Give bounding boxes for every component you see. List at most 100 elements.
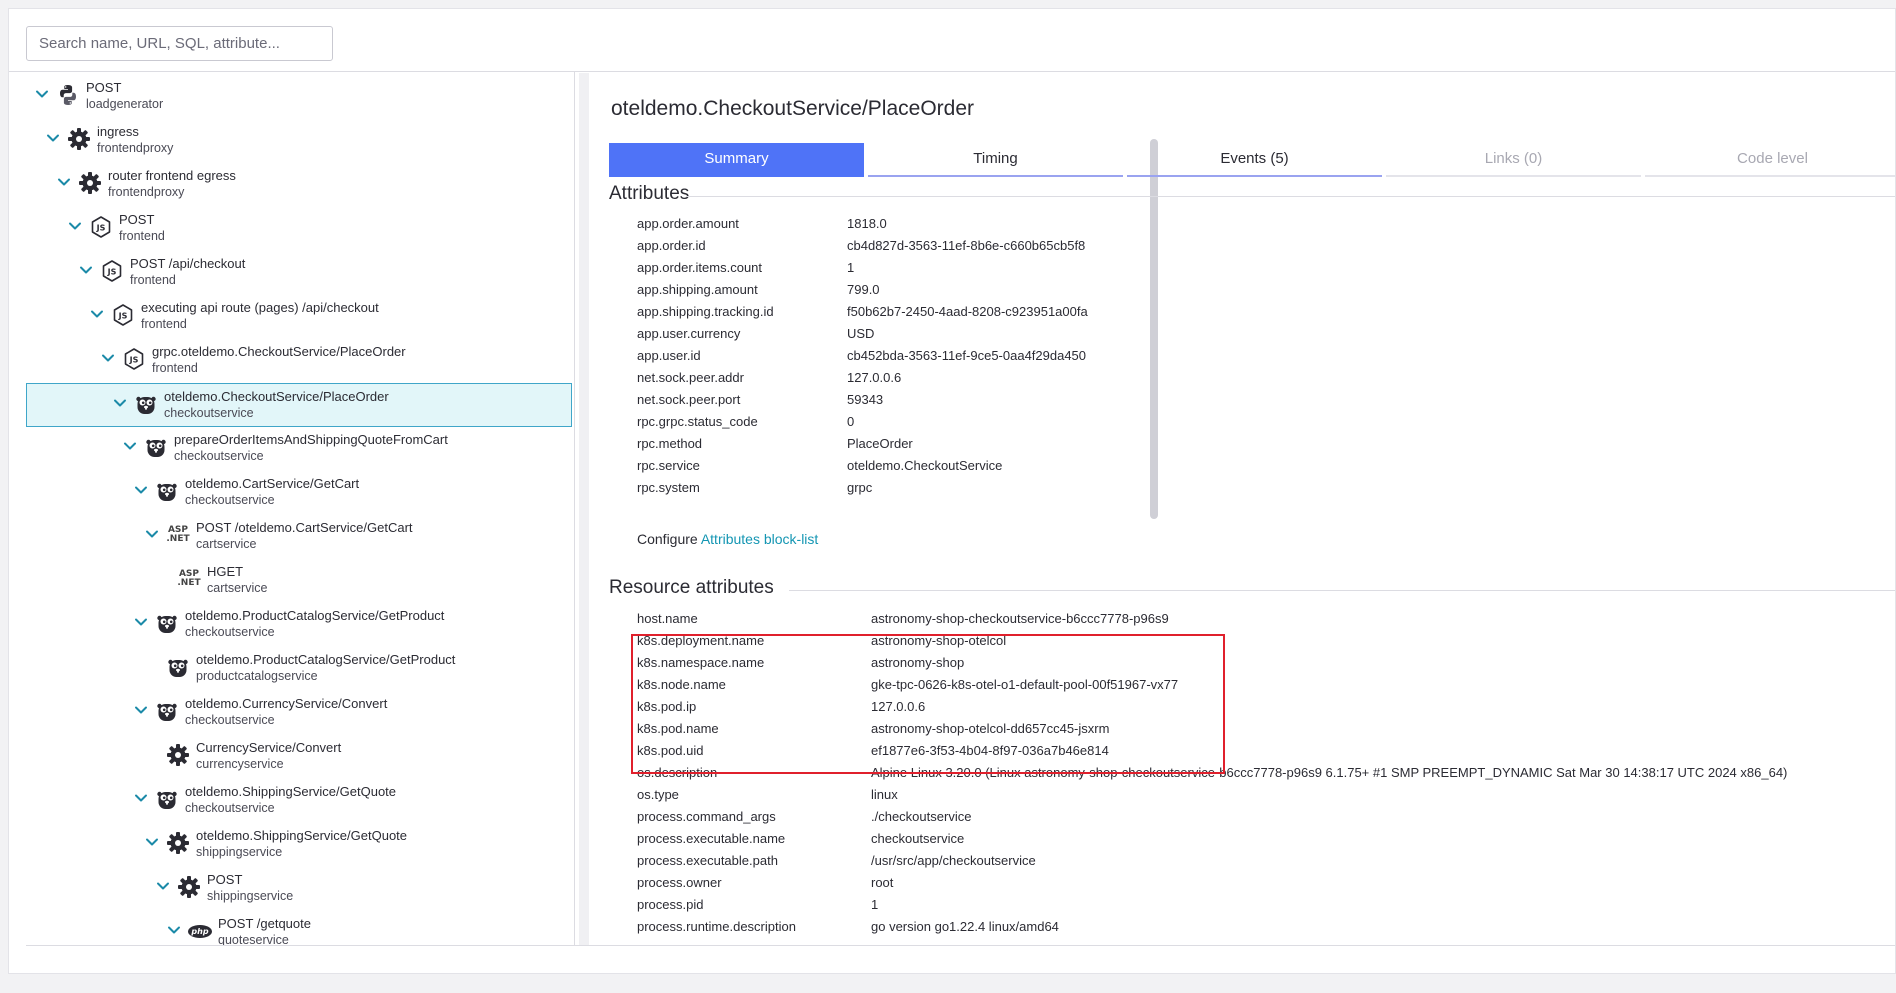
tree-node[interactable]: JS POST frontend: [26, 207, 572, 251]
svg-text:JS: JS: [129, 356, 139, 365]
search-input[interactable]: [26, 26, 333, 61]
attribute-key: k8s.deployment.name: [637, 633, 765, 648]
attribute-key: app.order.amount: [637, 216, 739, 231]
tree-node-service: checkoutservice: [185, 625, 275, 639]
tree-node-title: oteldemo.ProductCatalogService/GetProduc…: [185, 608, 445, 623]
tree-node[interactable]: ingress frontendproxy: [26, 119, 572, 163]
attribute-value: /usr/src/app/checkoutservice: [871, 853, 1036, 868]
tree-node-service: checkoutservice: [185, 493, 275, 507]
tab-links-0[interactable]: Links (0): [1386, 143, 1641, 177]
tree-node-service: checkoutservice: [174, 449, 264, 463]
tab-summary[interactable]: Summary: [609, 143, 864, 177]
tree-node-service: cartservice: [196, 537, 257, 551]
chevron-down-icon[interactable]: [134, 703, 148, 717]
chevron-down-icon[interactable]: [167, 923, 181, 937]
configure-label: Configure: [637, 531, 698, 547]
tree-node[interactable]: JS grpc.oteldemo.CheckoutService/PlaceOr…: [26, 339, 572, 383]
attribute-key: os.description: [637, 765, 718, 780]
attribute-value: PlaceOrder: [847, 436, 913, 451]
tree-node-service: checkoutservice: [185, 801, 275, 815]
chevron-down-icon[interactable]: [123, 439, 137, 453]
pane-divider[interactable]: [574, 72, 575, 946]
tree-node-title: oteldemo.CurrencyService/Convert: [185, 696, 388, 711]
attribute-key: net.sock.peer.addr: [637, 370, 744, 385]
tree-node[interactable]: php POST /getquote quoteservice: [26, 911, 572, 945]
attribute-key: process.executable.name: [637, 831, 786, 846]
attribute-key: process.executable.path: [637, 853, 778, 868]
tree-node[interactable]: oteldemo.CartService/GetCart checkoutser…: [26, 471, 572, 515]
attribute-value: 127.0.0.6: [871, 699, 926, 714]
attribute-key: k8s.pod.ip: [637, 699, 697, 714]
chevron-down-icon[interactable]: [134, 791, 148, 805]
tree-node-service: checkoutservice: [164, 406, 254, 420]
attribute-value: gke-tpc-0626-k8s-otel-o1-default-pool-00…: [871, 677, 1179, 692]
tree-scrollbar[interactable]: [579, 73, 1158, 945]
chevron-down-icon[interactable]: [145, 527, 159, 541]
resource-attributes-heading: Resource attributes: [609, 577, 774, 598]
chevron-down-icon[interactable]: [46, 131, 60, 145]
chevron-down-icon[interactable]: [79, 263, 93, 277]
gear-icon: [67, 127, 91, 151]
chevron-down-icon[interactable]: [90, 307, 104, 321]
gear-icon: [78, 171, 102, 195]
attribute-key: rpc.service: [637, 458, 700, 473]
tree-node-service: checkoutservice: [185, 713, 275, 727]
resource-attributes-rule: [789, 590, 1895, 591]
chevron-down-icon[interactable]: [113, 396, 127, 410]
go-gopher-icon: [155, 611, 179, 635]
attribute-key: os.type: [637, 787, 679, 802]
tab-timing[interactable]: Timing: [868, 143, 1123, 177]
tree-node[interactable]: oteldemo.ShippingService/GetQuote shippi…: [26, 823, 572, 867]
tree-node-service: frontendproxy: [108, 185, 185, 199]
tree-node[interactable]: JS POST /api/checkout frontend: [26, 251, 572, 295]
chevron-down-icon[interactable]: [145, 835, 159, 849]
chevron-down-icon[interactable]: [57, 175, 71, 189]
gear-icon: [177, 875, 201, 899]
tab-events-5[interactable]: Events (5): [1127, 143, 1382, 177]
tree-node-title: POST: [119, 212, 155, 227]
attributes-block-list-link[interactable]: Attributes block-list: [701, 531, 818, 547]
attributes-rule: [687, 196, 1895, 197]
tree-node[interactable]: ASP .NET POST /oteldemo.CartService/GetCa…: [26, 515, 572, 559]
nodejs-icon: JS: [89, 215, 113, 239]
attribute-key: process.owner: [637, 875, 722, 890]
tree-node[interactable]: oteldemo.CurrencyService/Convert checkou…: [26, 691, 572, 735]
aspnet-icon: ASP .NET: [166, 525, 190, 544]
tree-node[interactable]: ASP .NET HGET cartservice: [26, 559, 572, 603]
configure-line: Configure Attributes block-list: [637, 531, 818, 547]
tree-node[interactable]: POST loadgenerator: [26, 75, 572, 119]
chevron-down-icon[interactable]: [101, 351, 115, 365]
attributes-heading: Attributes: [609, 183, 690, 204]
tree-node-title: oteldemo.ShippingService/GetQuote: [185, 784, 397, 799]
chevron-down-icon[interactable]: [35, 87, 49, 101]
attribute-value: ef1877e6-3f53-4b04-8f97-036a7b46e814: [871, 743, 1109, 758]
tab-code-level[interactable]: Code level: [1645, 143, 1895, 177]
tree-node-service: shippingservice: [207, 889, 294, 903]
tree-node[interactable]: router frontend egress frontendproxy: [26, 163, 572, 207]
tree-node[interactable]: oteldemo.ProductCatalogService/GetProduc…: [26, 647, 572, 691]
span-title: oteldemo.CheckoutService/PlaceOrder: [611, 97, 975, 120]
tree-node[interactable]: oteldemo.ProductCatalogService/GetProduc…: [26, 603, 572, 647]
tree-node[interactable]: oteldemo.CheckoutService/PlaceOrder chec…: [26, 383, 572, 427]
chevron-down-icon[interactable]: [68, 219, 82, 233]
attribute-key: rpc.system: [637, 480, 700, 495]
attribute-value: astronomy-shop: [871, 655, 965, 670]
tree-node-title: executing api route (pages) /api/checkou…: [141, 300, 379, 315]
tree-node-title: grpc.oteldemo.CheckoutService/PlaceOrder: [152, 344, 406, 359]
tree-node[interactable]: POST shippingservice: [26, 867, 572, 911]
tree-node-service: frontend: [119, 229, 165, 243]
chevron-down-icon[interactable]: [134, 483, 148, 497]
tree-node-service: cartservice: [207, 581, 268, 595]
chevron-down-icon[interactable]: [134, 615, 148, 629]
attribute-value: 1: [847, 260, 855, 275]
attribute-value: linux: [871, 787, 898, 802]
nodejs-icon: JS: [111, 303, 135, 327]
tree-node-service: frontend: [130, 273, 176, 287]
tree-node[interactable]: oteldemo.ShippingService/GetQuote checko…: [26, 779, 572, 823]
tree-node[interactable]: CurrencyService/Convert currencyservice: [26, 735, 572, 779]
tree-node[interactable]: JS executing api route (pages) /api/chec…: [26, 295, 572, 339]
attribute-key: app.order.items.count: [637, 260, 763, 275]
tree-node[interactable]: prepareOrderItemsAndShippingQuoteFromCar…: [26, 427, 572, 471]
attribute-value: 1818.0: [847, 216, 887, 231]
chevron-down-icon[interactable]: [156, 879, 170, 893]
